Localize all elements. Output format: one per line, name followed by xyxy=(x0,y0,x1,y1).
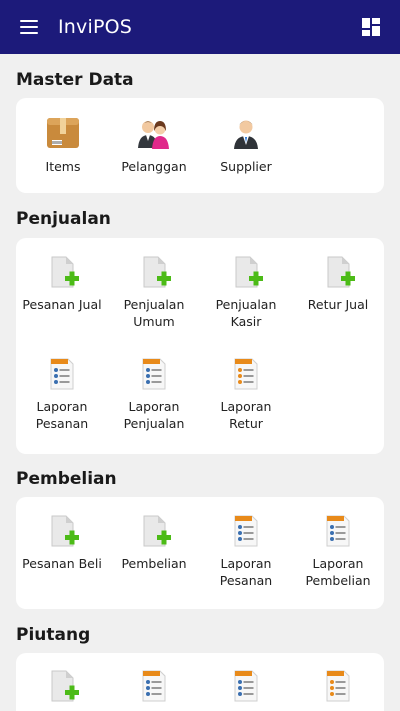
report-icon xyxy=(136,668,172,704)
menu-item-label: Penjualan Umum xyxy=(123,297,185,329)
document-add-icon xyxy=(44,254,80,290)
section-title-master-data: Master Data xyxy=(16,70,134,90)
document-add-icon xyxy=(44,513,80,549)
menu-item-label: Retur Jual xyxy=(307,297,369,312)
menu-item-laporan-pesanan-beli[interactable]: Laporan Pesanan xyxy=(200,513,292,589)
menu-item-label: Pesanan Beli xyxy=(22,556,102,571)
document-add-icon xyxy=(320,254,356,290)
supplier-icon xyxy=(234,120,258,149)
app-bar: InviPOS xyxy=(0,0,400,54)
menu-item-label: Pesanan Jual xyxy=(22,297,102,312)
menu-item-label: Items xyxy=(45,159,81,174)
report-icon xyxy=(228,513,264,549)
menu-item-label: Laporan Penjualan xyxy=(123,399,185,431)
menu-item-piutang-3[interactable] xyxy=(200,668,292,704)
app-title: InviPOS xyxy=(58,16,133,38)
menu-item-supplier[interactable]: Supplier xyxy=(200,116,292,175)
menu-item-piutang-2[interactable] xyxy=(108,668,200,704)
menu-item-label: Pelanggan xyxy=(121,159,187,174)
menu-item-pesanan-beli[interactable]: Pesanan Beli xyxy=(16,513,108,572)
menu-item-label: Laporan Retur xyxy=(220,399,272,431)
document-add-icon xyxy=(136,513,172,549)
menu-item-laporan-penjualan[interactable]: Laporan Penjualan xyxy=(108,356,200,432)
menu-item-label: Penjualan Kasir xyxy=(215,297,277,329)
customers-icon xyxy=(138,121,169,149)
menu-item-piutang-4[interactable] xyxy=(292,668,384,704)
report-icon xyxy=(136,356,172,392)
menu-item-piutang-1[interactable] xyxy=(16,668,108,704)
menu-button[interactable] xyxy=(0,0,58,54)
section-title-penjualan: Penjualan xyxy=(16,209,111,229)
menu-item-laporan-pesanan[interactable]: Laporan Pesanan xyxy=(16,356,108,432)
document-add-icon xyxy=(44,668,80,704)
hamburger-menu-icon xyxy=(20,20,38,34)
menu-item-label: Pembelian xyxy=(121,556,187,571)
master-data-card: Items Pelanggan Supplier xyxy=(16,98,384,193)
menu-item-label: Supplier xyxy=(220,159,272,174)
menu-item-label: Laporan Pembelian xyxy=(305,556,371,588)
report-icon xyxy=(228,668,264,704)
section-title-pembelian: Pembelian xyxy=(16,469,117,489)
menu-item-pembelian[interactable]: Pembelian xyxy=(108,513,200,572)
report-icon xyxy=(44,356,80,392)
section-title-piutang: Piutang xyxy=(16,625,91,645)
menu-item-items[interactable]: Items xyxy=(17,116,109,175)
penjualan-card: Pesanan Jual Penjualan Umum Penjualan Ka… xyxy=(16,238,384,454)
dashboard-icon[interactable] xyxy=(362,18,380,36)
piutang-card xyxy=(16,653,384,711)
document-add-icon xyxy=(228,254,264,290)
menu-item-label: Laporan Pesanan xyxy=(35,399,89,431)
report-icon xyxy=(228,356,264,392)
menu-item-laporan-pembelian[interactable]: Laporan Pembelian xyxy=(292,513,384,589)
box-icon xyxy=(47,118,79,148)
menu-item-label: Laporan Pesanan xyxy=(219,556,273,588)
menu-item-pelanggan[interactable]: Pelanggan xyxy=(108,116,200,175)
menu-item-retur-jual[interactable]: Retur Jual xyxy=(292,254,384,313)
document-add-icon xyxy=(136,254,172,290)
menu-item-pesanan-jual[interactable]: Pesanan Jual xyxy=(16,254,108,313)
menu-item-laporan-retur[interactable]: Laporan Retur xyxy=(200,356,292,432)
menu-item-penjualan-kasir[interactable]: Penjualan Kasir xyxy=(200,254,292,330)
menu-item-penjualan-umum[interactable]: Penjualan Umum xyxy=(108,254,200,330)
report-icon xyxy=(320,668,356,704)
pembelian-card: Pesanan Beli Pembelian Laporan Pesanan L… xyxy=(16,497,384,609)
report-icon xyxy=(320,513,356,549)
